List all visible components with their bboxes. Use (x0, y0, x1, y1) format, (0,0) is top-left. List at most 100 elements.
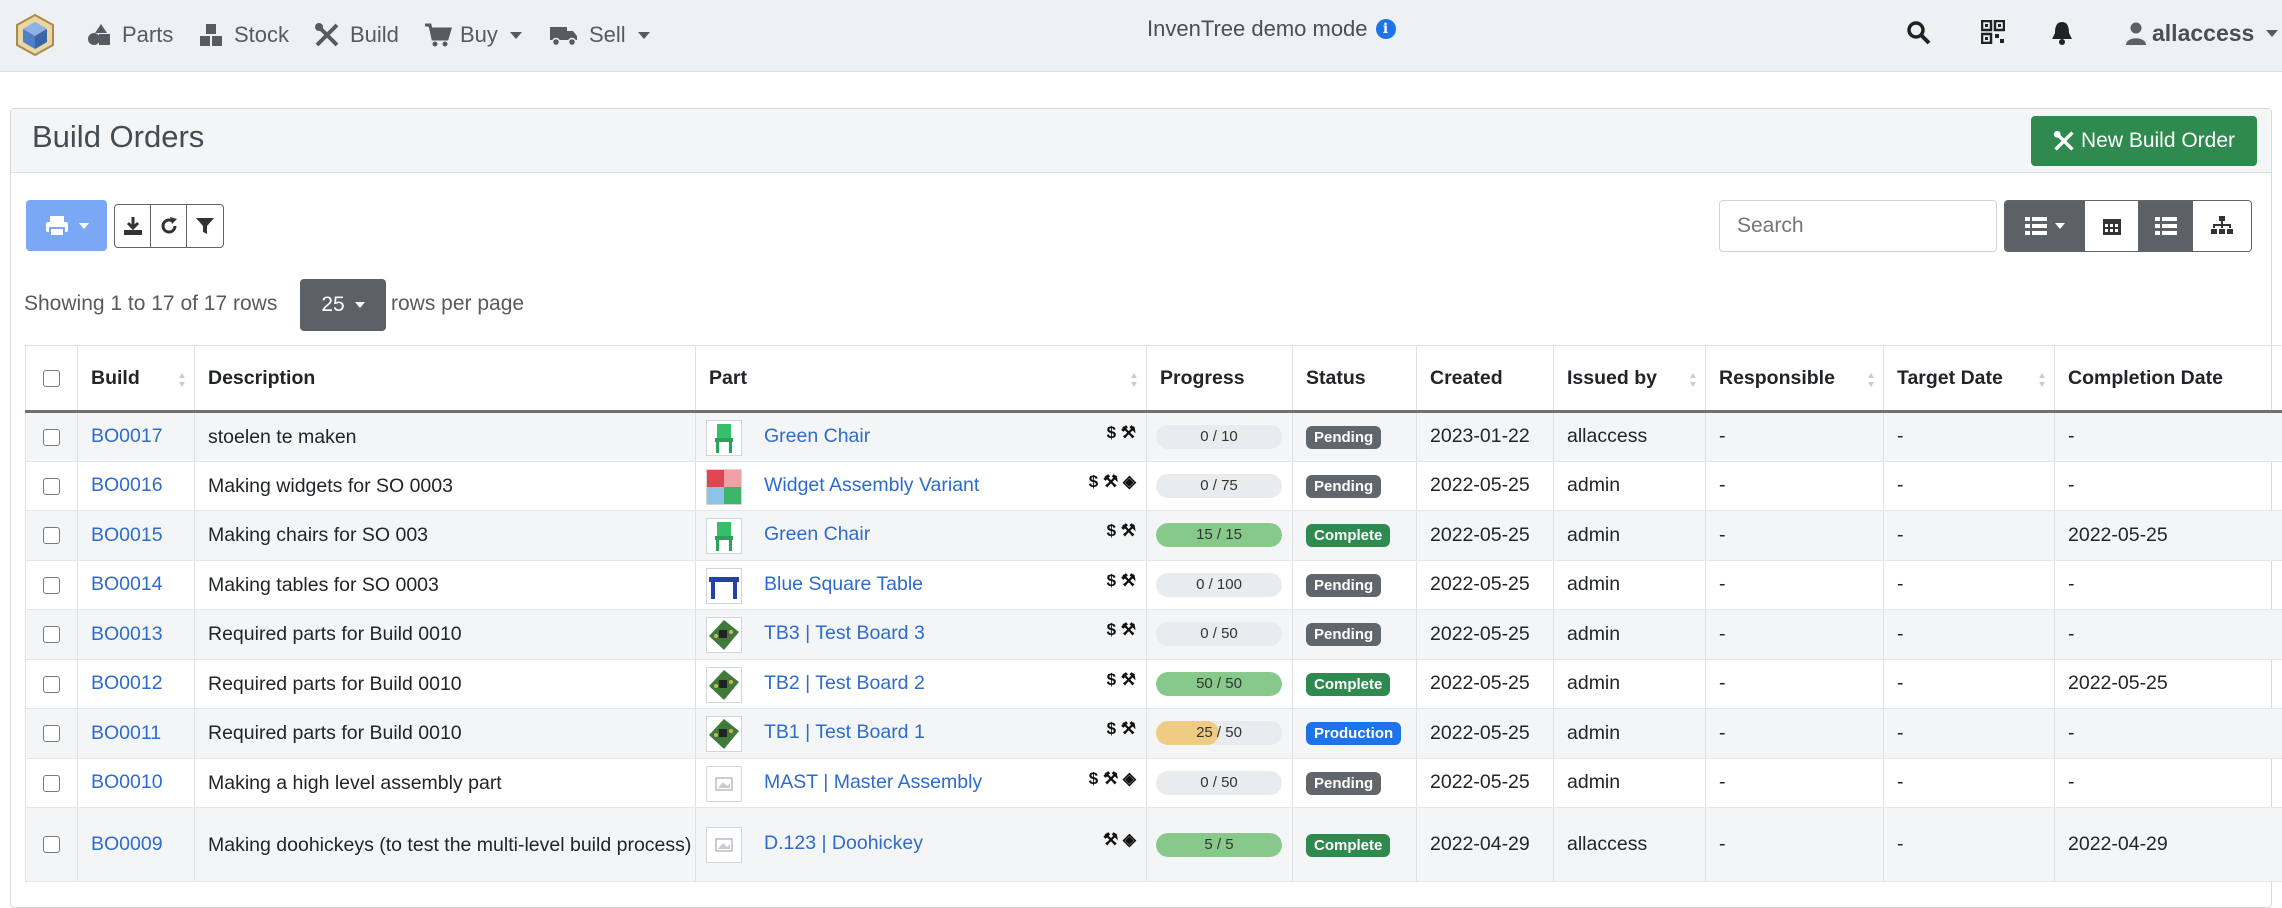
issued-by-cell: admin (1554, 610, 1706, 660)
column-header[interactable]: Issued by (1554, 346, 1706, 412)
progress-text: 0 / 10 (1156, 428, 1282, 445)
tree-view-button[interactable] (2193, 201, 2251, 251)
search-icon[interactable] (1906, 20, 1934, 48)
nav-parts[interactable]: Parts (86, 20, 173, 50)
nav-buy[interactable]: Buy (424, 20, 522, 50)
column-header[interactable]: Description (195, 346, 696, 412)
build-link[interactable]: BO0017 (91, 425, 163, 447)
part-link[interactable]: D.123 | Doohickey (764, 832, 923, 855)
target-date-cell: - (1884, 511, 2055, 561)
row-checkbox[interactable] (43, 478, 60, 495)
part-thumbnail[interactable] (706, 617, 742, 653)
progress-cell: 25 / 50 (1147, 709, 1293, 759)
part-thumbnail[interactable] (706, 568, 742, 604)
part-link[interactable]: MAST | Master Assembly (764, 771, 982, 794)
column-header-label: Build (91, 367, 140, 389)
row-checkbox[interactable] (43, 775, 60, 792)
column-toggle-button[interactable] (2005, 201, 2085, 251)
row-select-cell (26, 758, 78, 808)
nav-sell[interactable]: Sell (549, 20, 650, 50)
part-flags-icons: $ ⚒ (1107, 620, 1136, 640)
part-link[interactable]: Blue Square Table (764, 573, 923, 596)
list-view-button[interactable] (2139, 201, 2193, 251)
sort-icon (178, 372, 186, 388)
progress-bar: 0 / 100 (1156, 573, 1282, 597)
target-date-cell: - (1884, 461, 2055, 511)
column-header[interactable]: Completion Date (2055, 346, 2282, 412)
row-checkbox[interactable] (43, 577, 60, 594)
progress-cell: 50 / 50 (1147, 659, 1293, 709)
part-thumbnail[interactable] (706, 766, 742, 802)
part-thumbnail[interactable] (706, 420, 742, 456)
build-link[interactable]: BO0009 (91, 833, 163, 855)
completion-date-cell: - (2055, 709, 2282, 759)
part-thumbnail[interactable] (706, 518, 742, 554)
chevron-down-icon (510, 32, 522, 39)
bell-icon[interactable] (2050, 20, 2078, 48)
new-build-order-button[interactable]: New Build Order (2031, 116, 2257, 166)
download-icon (123, 216, 143, 236)
part-thumbnail[interactable] (706, 827, 742, 863)
row-checkbox[interactable] (43, 836, 60, 853)
status-badge: Pending (1306, 475, 1381, 498)
part-flags-icons: $ ⚒ (1107, 571, 1136, 591)
inventree-logo[interactable] (14, 13, 56, 57)
build-link[interactable]: BO0015 (91, 524, 163, 546)
table-row: BO0009Making doohickeys (to test the mul… (26, 808, 2282, 882)
build-link[interactable]: BO0010 (91, 771, 163, 793)
row-checkbox[interactable] (43, 527, 60, 544)
row-checkbox[interactable] (43, 429, 60, 446)
tools-icon (314, 22, 342, 48)
panel-header: Build Orders New Build Order (11, 109, 2271, 173)
progress-bar: 0 / 10 (1156, 425, 1282, 449)
row-checkbox[interactable] (43, 626, 60, 643)
part-link[interactable]: TB1 | Test Board 1 (764, 721, 925, 744)
column-header[interactable]: Status (1293, 346, 1417, 412)
column-header-label: Status (1306, 367, 1366, 389)
top-navbar: Parts Stock Build Buy Sell InvenTree dem… (0, 0, 2282, 72)
sort-icon (1689, 372, 1697, 388)
part-link[interactable]: Green Chair (764, 523, 870, 546)
build-link[interactable]: BO0016 (91, 474, 163, 496)
chevron-down-icon (638, 32, 650, 39)
part-link[interactable]: Widget Assembly Variant (764, 474, 979, 497)
status-badge: Complete (1306, 834, 1390, 857)
part-link[interactable]: Green Chair (764, 425, 870, 448)
build-link[interactable]: BO0013 (91, 623, 163, 645)
row-checkbox[interactable] (43, 676, 60, 693)
row-checkbox[interactable] (43, 725, 60, 742)
build-link[interactable]: BO0012 (91, 672, 163, 694)
row-select-cell (26, 560, 78, 610)
build-link[interactable]: BO0011 (91, 722, 161, 744)
page-size-dropdown[interactable]: 25 (300, 279, 386, 331)
qr-code-icon[interactable] (1981, 20, 2009, 48)
info-icon[interactable]: i (1376, 19, 1396, 39)
build-link[interactable]: BO0014 (91, 573, 163, 595)
part-link[interactable]: TB2 | Test Board 2 (764, 672, 925, 695)
search-input[interactable] (1719, 200, 1997, 252)
part-thumbnail[interactable] (706, 469, 742, 505)
column-header[interactable]: Progress (1147, 346, 1293, 412)
column-header[interactable]: Created (1417, 346, 1554, 412)
calendar-view-button[interactable] (2085, 201, 2139, 251)
part-cell: Green Chair$ ⚒ (696, 412, 1147, 462)
part-thumbnail[interactable] (706, 667, 742, 703)
row-select-cell (26, 659, 78, 709)
part-thumbnail[interactable] (706, 716, 742, 752)
part-link[interactable]: TB3 | Test Board 3 (764, 622, 925, 645)
status-badge: Complete (1306, 673, 1390, 696)
column-header[interactable]: Target Date (1884, 346, 2055, 412)
nav-stock[interactable]: Stock (198, 20, 289, 50)
filter-button[interactable] (187, 205, 223, 247)
column-header[interactable]: Responsible (1706, 346, 1884, 412)
part-flags-icons: $ ⚒ (1107, 521, 1136, 541)
column-header[interactable]: Build (78, 346, 195, 412)
select-all-checkbox[interactable] (43, 370, 60, 387)
refresh-button[interactable] (151, 205, 187, 247)
print-button[interactable] (26, 200, 107, 251)
status-badge: Production (1306, 722, 1401, 745)
user-menu[interactable]: allaccess (2126, 20, 2278, 47)
download-button[interactable] (115, 205, 151, 247)
column-header[interactable]: Part (696, 346, 1147, 412)
nav-build[interactable]: Build (314, 20, 399, 50)
